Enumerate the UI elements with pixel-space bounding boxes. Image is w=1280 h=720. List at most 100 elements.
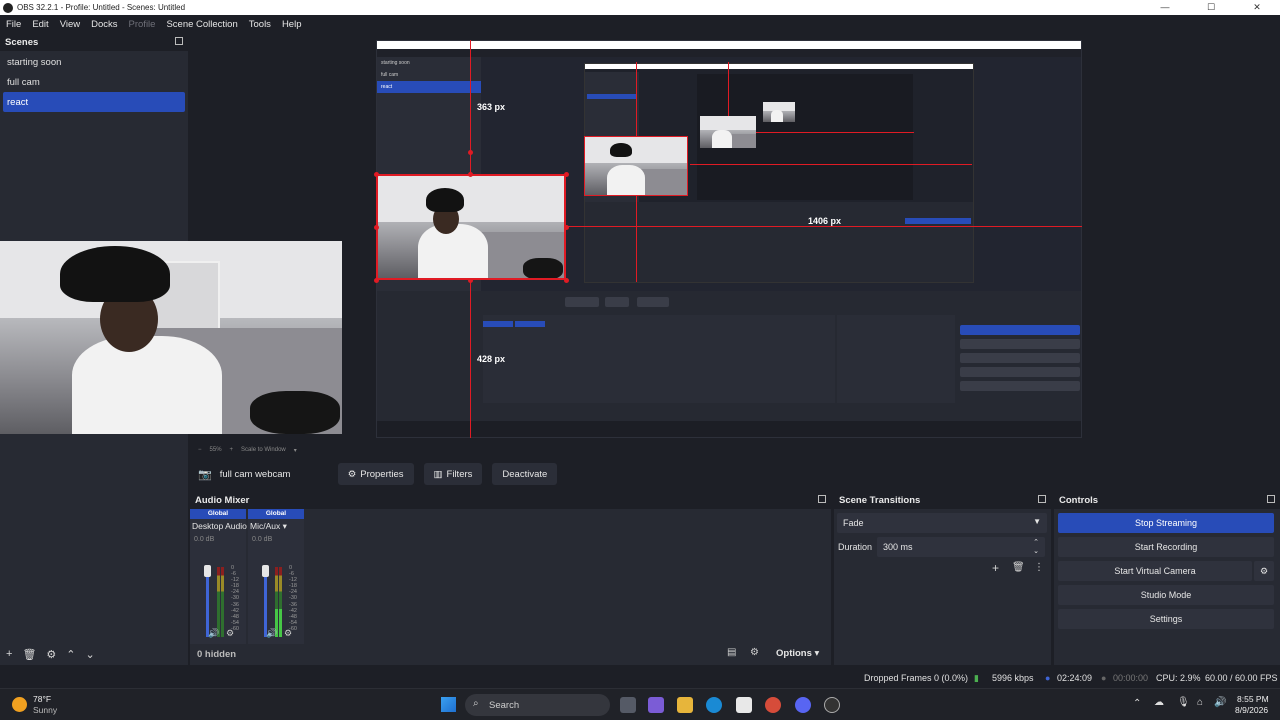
duration-input[interactable]: 300 ms ⌃ ⌄ <box>877 537 1045 557</box>
start-virtual-camera-button[interactable]: Start Virtual Camera <box>1058 561 1252 581</box>
resize-handle-t[interactable] <box>468 172 473 177</box>
dock-float-icon[interactable] <box>175 37 183 45</box>
close-icon[interactable]: ✕ <box>1234 0 1280 15</box>
dock-float-icon[interactable] <box>1038 495 1046 503</box>
store-icon[interactable] <box>736 697 752 713</box>
resize-handle-tr[interactable] <box>564 172 569 177</box>
file-explorer-icon[interactable] <box>677 697 693 713</box>
deeper-docks <box>585 202 973 282</box>
stepper-icon[interactable]: ⌃ ⌄ <box>1033 538 1039 556</box>
speaker-icon[interactable]: 🔊 <box>266 628 277 639</box>
studio-mode-button[interactable]: Studio Mode <box>1058 585 1274 605</box>
obs-icon[interactable] <box>824 697 840 713</box>
channel-menu-icon[interactable]: ⚙ <box>284 628 292 639</box>
maximize-icon[interactable]: ☐ <box>1188 0 1234 15</box>
weather-sun-icon[interactable] <box>12 697 27 712</box>
resize-handle-l[interactable] <box>374 225 379 230</box>
menu-docks[interactable]: Docks <box>91 19 117 30</box>
dock-float-icon[interactable] <box>1267 495 1275 503</box>
menu-profile[interactable]: Profile <box>129 19 156 30</box>
properties-button[interactable]: ⚙ Properties <box>337 463 414 485</box>
menu-tools[interactable]: Tools <box>249 19 271 30</box>
nested-webcam-4 <box>763 102 795 122</box>
add-scene-icon[interactable]: + <box>6 648 12 660</box>
chevron-down-icon[interactable]: ▾ <box>294 447 297 454</box>
menu-view[interactable]: View <box>60 19 80 30</box>
filters-button[interactable]: ▥ Filters <box>423 463 483 485</box>
controls-header: Controls <box>1054 491 1280 509</box>
start-recording-button[interactable]: Start Recording <box>1058 537 1274 557</box>
resize-handle-r[interactable] <box>564 225 569 230</box>
channel-db: 0.0 dB <box>194 536 215 543</box>
microphone-icon[interactable]: 🎙 <box>1177 697 1190 708</box>
options-menu[interactable]: Options ▾ <box>776 648 819 659</box>
volume-knob[interactable] <box>204 565 211 577</box>
stop-streaming-button[interactable]: Stop Streaming <box>1058 513 1274 533</box>
nested-scene-react: react <box>377 81 481 93</box>
channel-name[interactable]: Desktop Audio ▾ <box>190 519 253 534</box>
taskbar-search[interactable]: ⌕ Search <box>465 694 610 716</box>
volume-knob[interactable] <box>262 565 269 577</box>
menu-edit[interactable]: Edit <box>32 19 48 30</box>
volume-icon[interactable]: 🔊 <box>1214 697 1226 708</box>
scene-filters-icon[interactable]: ⚙ <box>46 648 56 661</box>
scene-item-starting-soon[interactable]: starting soon <box>3 52 185 72</box>
chrome-icon[interactable] <box>765 697 781 713</box>
minimize-icon[interactable]: — <box>1142 0 1188 15</box>
remove-transition-icon[interactable]: 🗑 <box>1012 562 1025 573</box>
transition-select[interactable]: Fade ▼ <box>837 513 1047 533</box>
menu-scene-collection[interactable]: Scene Collection <box>166 19 237 30</box>
nested-stop-streaming <box>960 325 1080 335</box>
menu-bar: File Edit View Docks Profile Scene Colle… <box>0 15 1280 33</box>
nested-filters-btn <box>605 297 629 307</box>
move-down-icon[interactable]: ⌄ <box>86 648 95 661</box>
channel-name[interactable]: Mic/Aux ▾ <box>248 519 304 534</box>
full-cam-webcam-source[interactable] <box>0 241 342 434</box>
mixer-layout-icon[interactable]: ▤ <box>727 647 736 658</box>
selected-webcam-source[interactable] <box>376 174 566 280</box>
discord-icon[interactable] <box>795 697 811 713</box>
scene-item-full-cam[interactable]: full cam <box>3 72 185 92</box>
zoom-in-icon[interactable]: + <box>230 447 234 453</box>
speaker-icon[interactable]: 🔊 <box>208 628 219 639</box>
task-view-icon[interactable] <box>620 697 636 713</box>
zoom-out-icon[interactable]: − <box>198 447 202 453</box>
cloud-icon[interactable]: ☁ <box>1154 697 1164 708</box>
clock-time[interactable]: 8:55 PM <box>1237 694 1269 704</box>
resize-handle-br[interactable] <box>564 278 569 283</box>
remove-scene-icon[interactable]: 🗑 <box>22 648 36 661</box>
copilot-icon[interactable] <box>648 697 664 713</box>
menu-file[interactable]: File <box>6 19 21 30</box>
network-icon[interactable]: ⌂ <box>1197 697 1203 708</box>
virtual-camera-settings-icon[interactable]: ⚙ <box>1254 561 1274 581</box>
dock-float-icon[interactable] <box>818 495 826 503</box>
edge-icon[interactable] <box>706 697 722 713</box>
nested-webcam-3 <box>700 116 756 148</box>
add-transition-icon[interactable]: + <box>992 561 999 575</box>
volume-slider[interactable] <box>264 567 267 637</box>
audio-meter <box>221 567 224 637</box>
nested-settings <box>960 381 1080 391</box>
resize-handle-bl[interactable] <box>374 278 379 283</box>
move-up-icon[interactable]: ⌃ <box>66 648 75 661</box>
audio-mixer-dock: Audio Mixer Global Desktop Audio ▾ 0.0 d… <box>190 491 831 665</box>
transition-menu-icon[interactable]: ⋮ <box>1034 562 1044 573</box>
tray-expand-icon[interactable]: ⌃ <box>1133 698 1141 709</box>
filters-label: Filters <box>446 468 473 480</box>
weather-condition[interactable]: Sunny <box>33 705 57 715</box>
zoom-mode[interactable]: Scale to Window <box>241 447 286 453</box>
filter-icon: ▥ <box>433 468 443 480</box>
menu-help[interactable]: Help <box>282 19 302 30</box>
scene-item-react[interactable]: react <box>3 92 185 112</box>
weather-temp[interactable]: 78°F <box>33 694 51 704</box>
clock-date[interactable]: 8/9/2026 <box>1235 705 1268 715</box>
guide-line-horizontal <box>567 226 1082 227</box>
settings-button[interactable]: Settings <box>1058 609 1274 629</box>
resize-handle-tl[interactable] <box>374 172 379 177</box>
deactivate-button[interactable]: Deactivate <box>492 463 558 485</box>
channel-menu-icon[interactable]: ⚙ <box>226 628 234 639</box>
start-windows-icon[interactable] <box>441 697 456 712</box>
volume-slider[interactable] <box>206 567 209 637</box>
advanced-audio-icon[interactable]: ⚙ <box>750 647 759 658</box>
resize-handle-b[interactable] <box>468 278 473 283</box>
